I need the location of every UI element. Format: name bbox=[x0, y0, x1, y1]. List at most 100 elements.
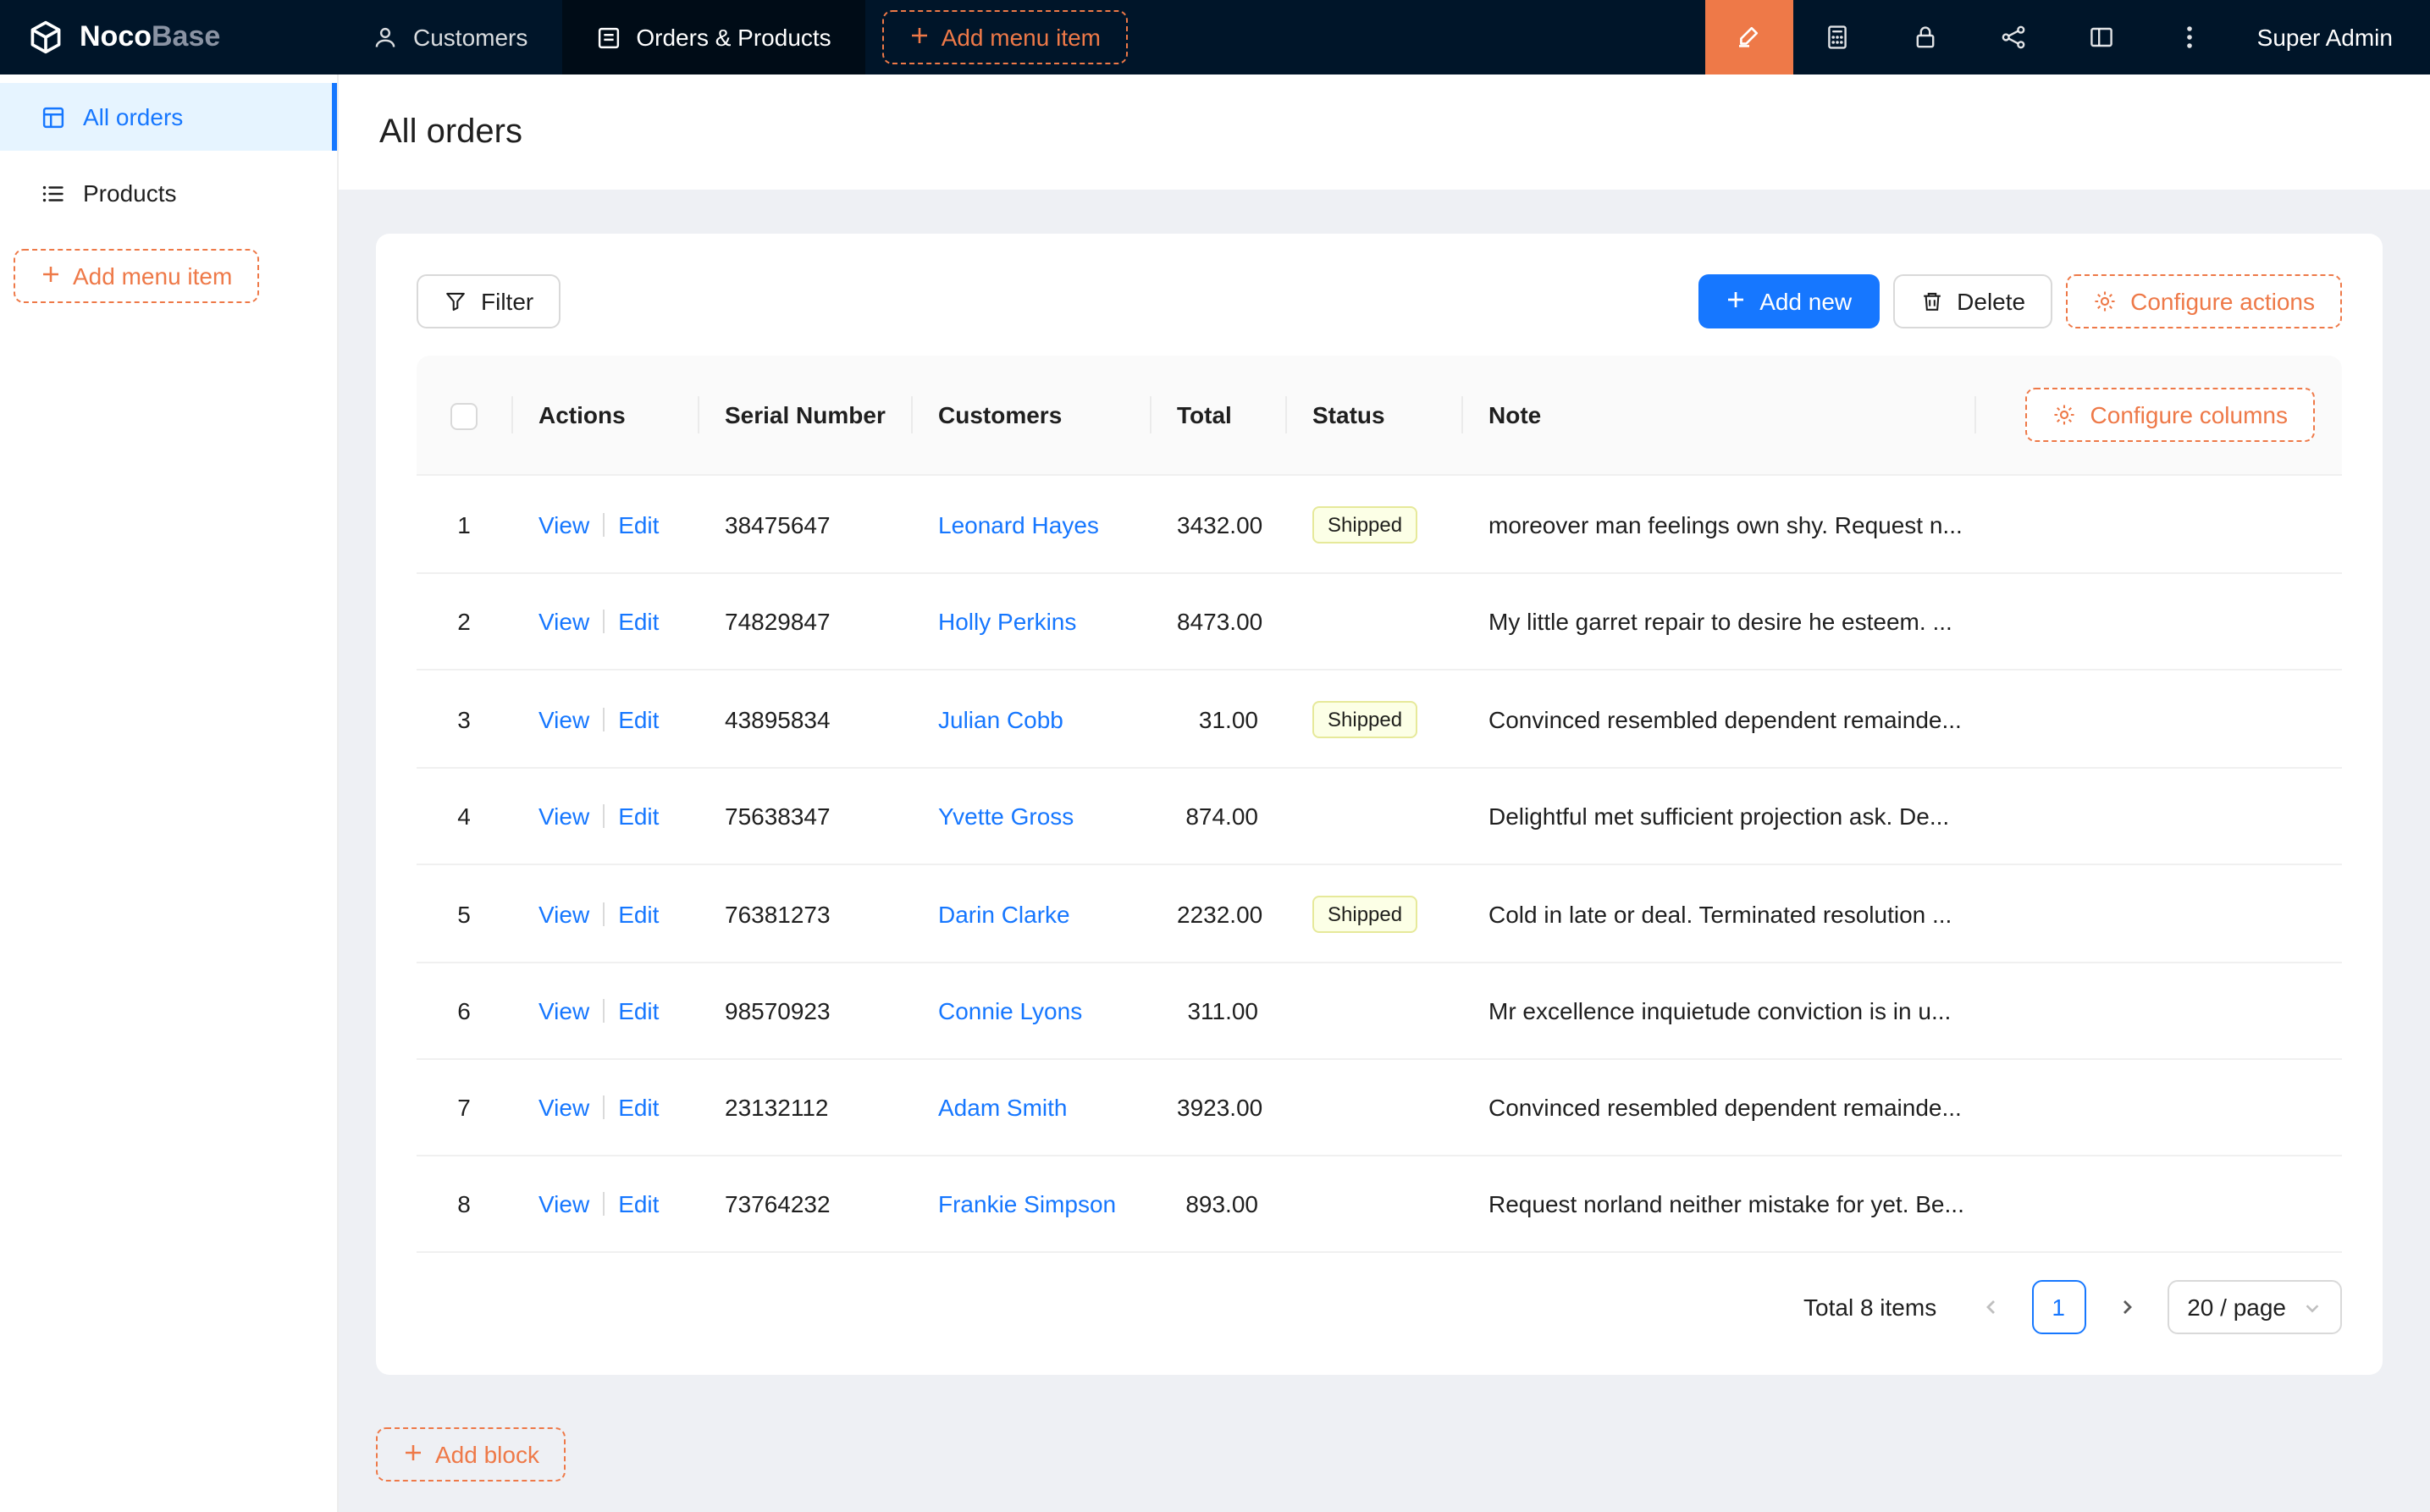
view-link[interactable]: View bbox=[538, 1094, 589, 1121]
serial-number: 98570923 bbox=[725, 997, 831, 1024]
lock-icon-button[interactable] bbox=[1881, 0, 1969, 74]
menu-item-customers[interactable]: Customers bbox=[339, 0, 561, 74]
edit-link[interactable]: Edit bbox=[618, 1094, 659, 1121]
customer-link[interactable]: Adam Smith bbox=[938, 1094, 1068, 1121]
column-header-note: Note bbox=[1461, 356, 1974, 475]
gear-icon bbox=[2053, 403, 2077, 427]
view-link[interactable]: View bbox=[538, 900, 589, 927]
customer-link[interactable]: Darin Clarke bbox=[938, 900, 1070, 927]
sidebar-item-products[interactable]: Products bbox=[0, 159, 337, 227]
delete-button[interactable]: Delete bbox=[1892, 274, 2052, 328]
logo[interactable]: NocoBase bbox=[0, 0, 339, 74]
list-icon bbox=[41, 180, 66, 206]
total-value: 2232.00 bbox=[1177, 900, 1262, 927]
pagination: Total 8 items 1 20 / page bbox=[417, 1280, 2342, 1334]
status-tag: Shipped bbox=[1312, 896, 1417, 933]
pagination-next-button[interactable] bbox=[2099, 1280, 2153, 1334]
pagination-page-1[interactable]: 1 bbox=[2031, 1280, 2085, 1334]
link-divider bbox=[603, 804, 605, 828]
view-link[interactable]: View bbox=[538, 1190, 589, 1217]
note-text: Convinced resembled dependent remainde..… bbox=[1488, 705, 1962, 732]
add-block-button[interactable]: Add block bbox=[376, 1427, 566, 1482]
layout-icon bbox=[2088, 24, 2115, 51]
sidebar-add-menu-item-button[interactable]: Add menu item bbox=[14, 249, 259, 303]
view-link[interactable]: View bbox=[538, 510, 589, 538]
total-value: 311.00 bbox=[1187, 997, 1258, 1024]
edit-link[interactable]: Edit bbox=[618, 608, 659, 635]
serial-number: 73764232 bbox=[725, 1190, 831, 1217]
page-size-select[interactable]: 20 / page bbox=[2167, 1280, 2342, 1334]
column-header-status: Status bbox=[1285, 356, 1461, 475]
page-size-value: 20 / page bbox=[2187, 1294, 2286, 1321]
total-value: 893.00 bbox=[1185, 1190, 1258, 1217]
users-icon bbox=[373, 25, 398, 50]
link-divider bbox=[603, 512, 605, 536]
page-content: Filter Add new bbox=[339, 190, 2430, 1512]
customer-link[interactable]: Yvette Gross bbox=[938, 803, 1074, 830]
layout-icon-button[interactable] bbox=[2057, 0, 2146, 74]
more-icon-button[interactable] bbox=[2146, 0, 2234, 74]
navbar-right-actions: Super Admin bbox=[1705, 0, 2430, 74]
table-row: 2 ViewEdit 74829847 Holly Perkins 8473.0… bbox=[417, 573, 2342, 670]
link-divider bbox=[603, 902, 605, 925]
menu-item-orders-products[interactable]: Orders & Products bbox=[561, 0, 864, 74]
edit-link[interactable]: Edit bbox=[618, 510, 659, 538]
user-menu[interactable]: Super Admin bbox=[2234, 0, 2430, 74]
customer-link[interactable]: Holly Perkins bbox=[938, 608, 1076, 635]
chevron-right-icon bbox=[2116, 1297, 2136, 1317]
navbar-add-menu-item-button[interactable]: Add menu item bbox=[882, 10, 1128, 64]
share-nodes-icon-button[interactable] bbox=[1969, 0, 2057, 74]
filter-button[interactable]: Filter bbox=[417, 274, 561, 328]
sidebar-item-all-orders[interactable]: All orders bbox=[0, 83, 337, 151]
plus-icon bbox=[41, 262, 61, 290]
note-text: Cold in late or deal. Terminated resolut… bbox=[1488, 900, 1952, 927]
table-row: 4 ViewEdit 75638347 Yvette Gross 874.00 … bbox=[417, 768, 2342, 864]
orders-table: Actions Serial Number Customers Total St… bbox=[417, 356, 2342, 1253]
row-index: 5 bbox=[457, 900, 471, 927]
row-index: 4 bbox=[457, 803, 471, 830]
edit-link[interactable]: Edit bbox=[618, 900, 659, 927]
serial-number: 74829847 bbox=[725, 608, 831, 635]
ui-editor-button[interactable] bbox=[1705, 0, 1793, 74]
status-tag: Shipped bbox=[1312, 701, 1417, 738]
add-new-button[interactable]: Add new bbox=[1698, 274, 1879, 328]
edit-link[interactable]: Edit bbox=[618, 803, 659, 830]
configure-columns-button[interactable]: Configure columns bbox=[2026, 388, 2315, 442]
table-row: 6 ViewEdit 98570923 Connie Lyons 311.00 … bbox=[417, 963, 2342, 1059]
nocobase-logo-icon bbox=[27, 19, 64, 56]
view-link[interactable]: View bbox=[538, 705, 589, 732]
page-header: All orders bbox=[339, 74, 2430, 190]
view-link[interactable]: View bbox=[538, 803, 589, 830]
pagination-prev-button[interactable] bbox=[1963, 1280, 2018, 1334]
main-area: All orders Filter bbox=[339, 74, 2430, 1512]
filter-icon bbox=[444, 290, 467, 313]
configure-actions-button[interactable]: Configure actions bbox=[2066, 274, 2342, 328]
customer-link[interactable]: Leonard Hayes bbox=[938, 510, 1099, 538]
row-index: 3 bbox=[457, 705, 471, 732]
edit-link[interactable]: Edit bbox=[618, 705, 659, 732]
note-text: Delightful met sufficient projection ask… bbox=[1488, 803, 1949, 830]
calculator-icon-button[interactable] bbox=[1793, 0, 1881, 74]
edit-link[interactable]: Edit bbox=[618, 1190, 659, 1217]
customer-link[interactable]: Frankie Simpson bbox=[938, 1190, 1116, 1217]
lock-icon bbox=[1912, 24, 1939, 51]
note-text: Mr excellence inquietude conviction is i… bbox=[1488, 997, 1951, 1024]
more-vertical-icon bbox=[2176, 24, 2203, 51]
link-divider bbox=[603, 707, 605, 731]
brand-text: NocoBase bbox=[80, 20, 220, 54]
sidebar: All orders Products Add menu item bbox=[0, 74, 339, 1512]
customer-link[interactable]: Connie Lyons bbox=[938, 997, 1082, 1024]
chevron-down-icon bbox=[2303, 1298, 2322, 1316]
customer-link[interactable]: Julian Cobb bbox=[938, 705, 1063, 732]
row-index: 2 bbox=[457, 608, 471, 635]
highlighter-icon bbox=[1736, 21, 1763, 53]
view-link[interactable]: View bbox=[538, 997, 589, 1024]
view-link[interactable]: View bbox=[538, 608, 589, 635]
select-all-checkbox[interactable] bbox=[450, 402, 478, 429]
edit-link[interactable]: Edit bbox=[618, 997, 659, 1024]
row-index: 6 bbox=[457, 997, 471, 1024]
chevron-left-icon bbox=[1980, 1297, 2001, 1317]
total-value: 874.00 bbox=[1185, 803, 1258, 830]
link-divider bbox=[603, 610, 605, 633]
total-value: 3923.00 bbox=[1177, 1094, 1262, 1121]
